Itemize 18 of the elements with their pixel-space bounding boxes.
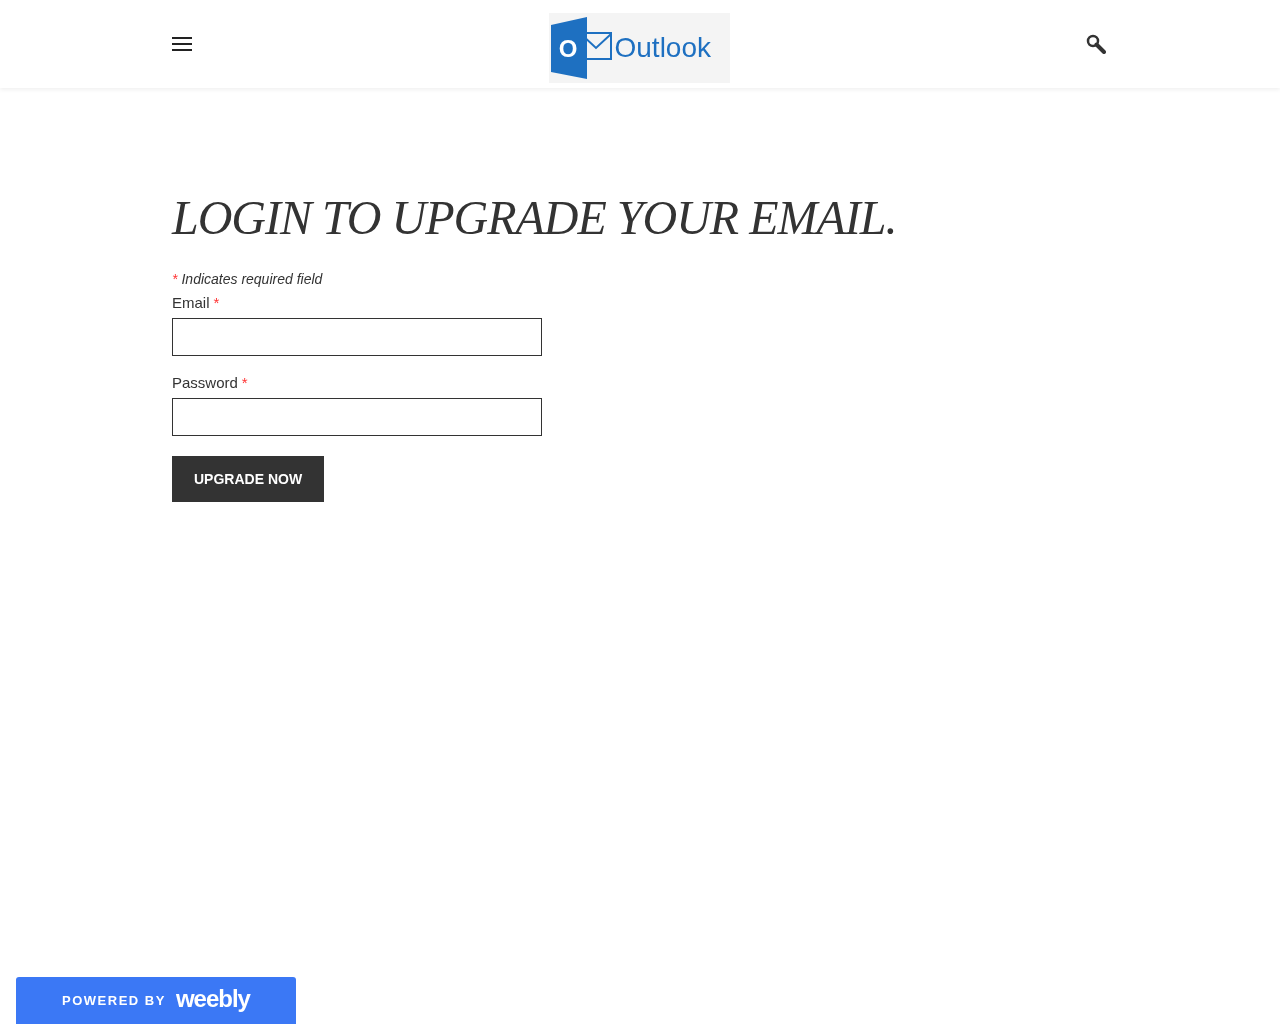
input-field[interactable] (172, 398, 542, 436)
required-asterisk: * (172, 269, 178, 289)
page-heading: LOGIN TO UPGRADE YOUR EMAIL. (172, 190, 898, 246)
brand-name: weebly (175, 984, 250, 1014)
powered-by-badge[interactable]: POWERED BY weebly (16, 977, 296, 1024)
required-note: Indicates required field (181, 269, 323, 289)
field-label: Email (172, 292, 210, 313)
menu-icon[interactable] (172, 37, 192, 51)
site-logo[interactable]: O Outlook (548, 12, 730, 83)
required-asterisk: * (241, 372, 248, 393)
powered-by-text: POWERED BY (62, 991, 166, 1010)
logo-text: Outlook (614, 30, 711, 65)
logo-letter: O (558, 34, 577, 62)
search-icon[interactable] (1086, 34, 1106, 54)
input-field[interactable] (172, 318, 542, 356)
required-asterisk: * (213, 292, 220, 313)
upgrade-button[interactable]: UPGRADE NOW (172, 456, 325, 502)
field-label: Password (172, 372, 238, 393)
